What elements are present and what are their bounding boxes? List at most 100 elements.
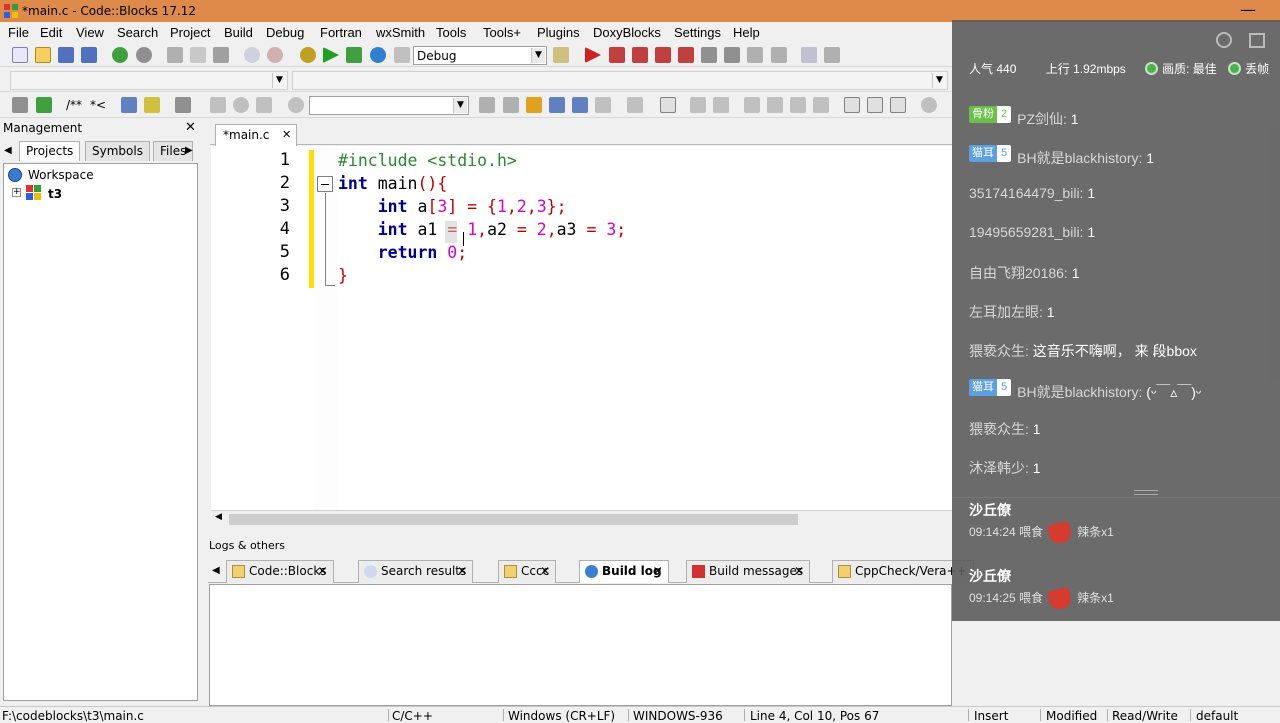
resize-handle[interactable]: [1134, 490, 1158, 495]
chat-username[interactable]: 35174164479_bili:: [969, 185, 1083, 201]
code-line[interactable]: int a1 = 1,a2 = 2,a3 = 3;: [338, 220, 626, 239]
stop-debug-icon[interactable]: [771, 47, 787, 63]
expand-icon[interactable]: +: [12, 188, 21, 197]
layout-4-icon[interactable]: [813, 97, 829, 113]
layout-6-icon[interactable]: [867, 97, 883, 113]
close-icon[interactable]: ✕: [540, 564, 550, 578]
find-previous-icon[interactable]: [479, 97, 495, 113]
shape-rect-icon[interactable]: [660, 97, 676, 113]
tab-build-messages[interactable]: Build messages ✕: [686, 560, 811, 583]
chat-username[interactable]: 左耳加左眼:: [969, 304, 1043, 320]
layout-5-icon[interactable]: [844, 97, 860, 113]
gift-sender[interactable]: 沙丘僚: [969, 500, 1011, 520]
tab-symbols[interactable]: Symbols: [85, 141, 150, 161]
chat-username[interactable]: 沐泽韩少:: [969, 460, 1029, 476]
scrollbar-thumb[interactable]: [229, 514, 798, 525]
build-and-run-icon[interactable]: [346, 47, 362, 63]
bookmark-icon[interactable]: [233, 97, 249, 113]
menu-debug[interactable]: Debug: [266, 25, 304, 40]
layout-3-icon[interactable]: [790, 97, 806, 113]
html-docs-icon[interactable]: [121, 97, 137, 113]
tab-projects[interactable]: Projects: [19, 141, 81, 161]
highlight-icon[interactable]: [526, 97, 542, 113]
chat-username[interactable]: 19495659281_bili:: [969, 224, 1083, 240]
step-instruction-icon[interactable]: [724, 47, 740, 63]
menu-view[interactable]: View: [76, 25, 104, 40]
shape-image-icon[interactable]: [690, 97, 706, 113]
undo-icon[interactable]: [112, 47, 128, 63]
menu-help[interactable]: Help: [733, 25, 760, 40]
code-line[interactable]: int a[3] = {1,2,3};: [338, 197, 567, 216]
find-next-icon[interactable]: [503, 97, 519, 113]
block-comment-button[interactable]: /**: [66, 98, 82, 112]
tab-codeblocks-log[interactable]: Code::Blocks ✕: [226, 560, 334, 583]
minimize-button[interactable]: —: [1240, 0, 1256, 19]
new-file-icon[interactable]: [12, 47, 28, 63]
menu-project[interactable]: Project: [170, 25, 210, 40]
next-instruction-icon[interactable]: [701, 47, 717, 63]
rebuild-icon[interactable]: [370, 47, 386, 63]
code-line[interactable]: int main(){: [338, 174, 447, 193]
select-pointer-icon[interactable]: [627, 97, 643, 113]
doxywizard-icon[interactable]: [12, 97, 28, 113]
open-folder-icon[interactable]: [35, 47, 51, 63]
save-all-icon[interactable]: [81, 47, 97, 63]
shape-text-icon[interactable]: [713, 97, 729, 113]
chat-username[interactable]: BH就是blackhistory:: [1017, 384, 1142, 400]
cut-icon[interactable]: [167, 47, 183, 63]
pause-icon[interactable]: [747, 47, 763, 63]
tab-scroll-right-icon[interactable]: ▶: [185, 145, 193, 156]
tab-scroll-left-icon[interactable]: ◀: [4, 145, 12, 156]
incremental-search-input[interactable]: ▼: [309, 96, 469, 115]
extract-docs-icon[interactable]: [36, 97, 52, 113]
layout-1-icon[interactable]: [744, 97, 760, 113]
close-icon[interactable]: ✕: [457, 564, 467, 578]
match-case-icon[interactable]: [572, 97, 588, 113]
menu-tools[interactable]: Tools: [436, 25, 466, 40]
menu-search[interactable]: Search: [117, 25, 158, 40]
build-log-output[interactable]: [209, 584, 952, 706]
close-icon[interactable]: ✕: [794, 564, 804, 578]
step-into-icon[interactable]: [655, 47, 671, 63]
menu-settings[interactable]: Settings: [674, 25, 721, 40]
chat-username[interactable]: BH就是blackhistory:: [1017, 150, 1142, 166]
paste-icon[interactable]: [213, 47, 229, 63]
tree-item-workspace[interactable]: Workspace: [28, 168, 94, 182]
abort-icon[interactable]: [394, 47, 410, 63]
info-icon[interactable]: [824, 47, 840, 63]
debug-windows-icon[interactable]: [801, 47, 817, 63]
line-comment-button[interactable]: *<: [90, 98, 106, 112]
menu-build[interactable]: Build: [224, 25, 253, 40]
chat-username[interactable]: PZ剑仙:: [1017, 111, 1067, 127]
jump-back-icon[interactable]: [210, 97, 226, 113]
chat-username[interactable]: 自由飞翔20186:: [969, 265, 1068, 281]
code-line[interactable]: #include <stdio.h>: [338, 151, 517, 170]
tab-cccc[interactable]: Cccc ✕: [498, 560, 557, 583]
tab-build-log[interactable]: Build log ✕: [579, 560, 669, 583]
step-out-icon[interactable]: [678, 47, 694, 63]
zoom-in-icon[interactable]: [921, 97, 937, 113]
layout-7-icon[interactable]: [890, 97, 906, 113]
tree-item-project[interactable]: t3: [48, 187, 62, 201]
menu-fortran[interactable]: Fortran: [320, 25, 362, 40]
menu-edit[interactable]: Edit: [40, 25, 62, 40]
scroll-left-icon[interactable]: ◀: [215, 512, 222, 522]
tab-scroll-left-icon[interactable]: ◀: [212, 565, 220, 576]
settings-gear-icon[interactable]: [1216, 32, 1232, 48]
run-icon[interactable]: [323, 47, 339, 63]
jump-forward-icon[interactable]: [256, 97, 272, 113]
replace-icon[interactable]: [267, 47, 283, 63]
code-line[interactable]: }: [338, 266, 348, 285]
run-to-cursor-icon[interactable]: [609, 47, 625, 63]
function-select[interactable]: ▼: [292, 71, 948, 90]
next-line-icon[interactable]: [632, 47, 648, 63]
close-icon[interactable]: ✕: [653, 564, 663, 578]
code-line[interactable]: return 0;: [338, 243, 467, 262]
debug-start-icon[interactable]: [585, 47, 601, 63]
menu-plugins[interactable]: Plugins: [537, 25, 580, 40]
build-gear-icon[interactable]: [300, 47, 316, 63]
menu-wxsmith[interactable]: wxSmith: [376, 25, 425, 40]
layout-2-icon[interactable]: [767, 97, 783, 113]
close-icon[interactable]: ✕: [185, 120, 196, 135]
chat-username[interactable]: 猥亵众生:: [969, 421, 1029, 437]
